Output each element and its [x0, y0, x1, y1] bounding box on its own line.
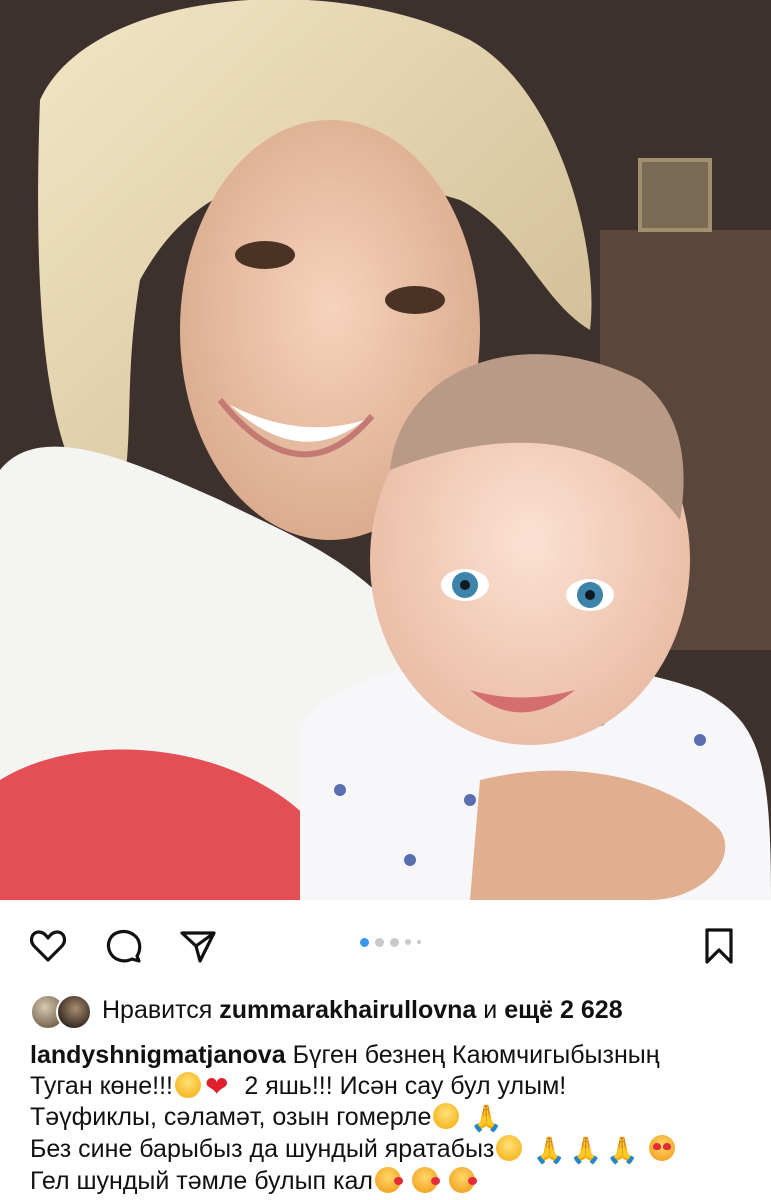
carousel-dot — [390, 937, 399, 947]
kissing-face-emoji-icon — [448, 1167, 477, 1193]
liker-username[interactable]: zummarakhairullovna — [219, 996, 476, 1025]
kissing-face-emoji-icon — [411, 1167, 440, 1193]
folded-hands-emoji-icon: 🙏 — [470, 1103, 503, 1133]
smiling-face-emoji-icon — [174, 1072, 201, 1098]
carousel-dot-active — [360, 937, 369, 947]
caption-line-5: Гел шундый тәмле булып кал — [30, 1167, 374, 1195]
share-icon[interactable] — [176, 926, 220, 966]
folded-hands-emoji-icon: 🙏 — [533, 1135, 566, 1165]
carousel-dot — [375, 937, 384, 947]
caption-line-3: Тәүфиклы, сәламәт, озын гомерле — [30, 1103, 432, 1131]
carousel-dot — [405, 939, 411, 945]
caption-line-2b: 2 яшь!!! Исән сау бул улым! — [244, 1072, 567, 1100]
photo-illustration — [0, 0, 771, 900]
likes-middle: и — [483, 995, 498, 1024]
bookmark-icon[interactable] — [697, 926, 741, 966]
likes-prefix: Нравится — [102, 995, 213, 1024]
heart-eyes-emoji-icon — [649, 1135, 676, 1161]
carousel-dot — [417, 940, 421, 944]
post-caption: landyshnigmatjanova Бүген безнең Каюмчиг… — [30, 1040, 760, 1197]
kissing-face-emoji-icon — [375, 1167, 404, 1193]
smiling-face-emoji-icon — [433, 1103, 460, 1129]
caption-author[interactable]: landyshnigmatjanova — [30, 1041, 286, 1069]
caption-line-1: Бүген безнең Каюмчигыбызның — [292, 1041, 660, 1069]
caption-line-4: Без сине барыбыз да шундый яратабыз — [30, 1135, 495, 1163]
likes-row[interactable]: Нравится zummarakhairullovna и ещё 2 628 — [30, 988, 623, 1032]
carousel-indicator — [360, 936, 421, 948]
liker-avatars — [30, 992, 92, 1030]
comment-icon[interactable] — [102, 926, 146, 966]
red-heart-emoji-icon: ❤ — [204, 1071, 229, 1102]
folded-hands-emoji-icon: 🙏 — [606, 1135, 639, 1165]
post-photo[interactable] — [0, 0, 771, 900]
folded-hands-emoji-icon: 🙏 — [569, 1135, 603, 1165]
likes-count[interactable]: ещё 2 628 — [504, 996, 622, 1025]
smiling-face-emoji-icon — [496, 1135, 523, 1161]
heart-icon[interactable] — [26, 926, 70, 966]
avatar — [56, 994, 92, 1030]
caption-line-2a: Туган көне!!! — [30, 1072, 173, 1100]
